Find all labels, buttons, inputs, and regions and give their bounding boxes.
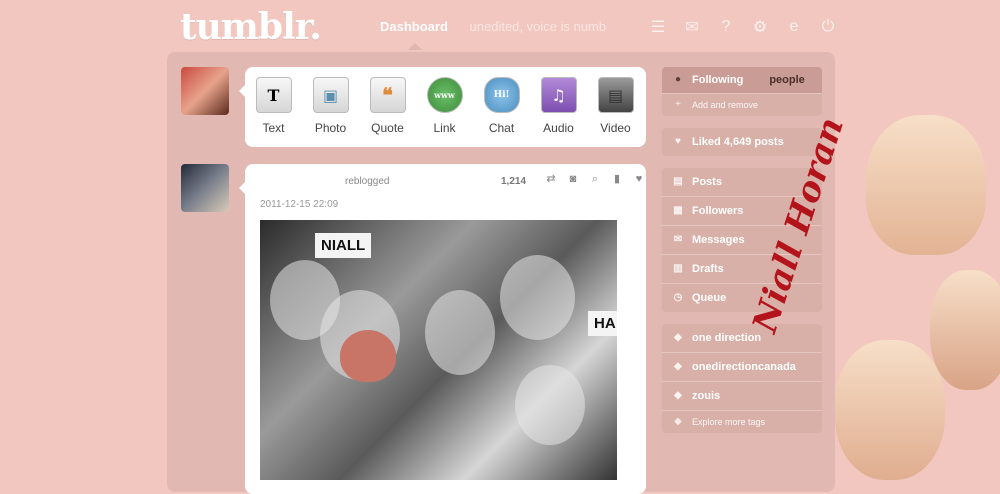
liked-posts-label: Liked 4,649 posts (692, 136, 784, 148)
gear-icon[interactable]: ⚙ (750, 17, 770, 37)
post-type-label: Text (262, 121, 285, 135)
post-type-label: Video (600, 121, 631, 135)
add-remove-label: Add and remove (692, 100, 759, 110)
theme-background-art: Niall Horan (745, 110, 1000, 480)
tag-label: zouis (692, 390, 721, 402)
post-type-chat[interactable]: Hi! Chat (473, 67, 530, 147)
following-link[interactable]: ● Following people (662, 67, 822, 94)
post-type-label: Photo (314, 121, 347, 135)
user-avatar[interactable] (181, 67, 229, 115)
video-icon: ▤ (597, 77, 634, 113)
following-label: Following (692, 74, 744, 86)
post-type-link[interactable]: www Link (416, 67, 473, 147)
nav-blog-link[interactable]: unedited, voice is numb (470, 19, 607, 34)
post-photo[interactable]: NIALL HA (260, 220, 617, 480)
list-icon[interactable]: ☰ (648, 17, 668, 37)
tag-label: one direction (692, 332, 762, 344)
tumblr-logo[interactable]: tumblr. (180, 6, 322, 48)
post-author-avatar[interactable] (181, 164, 229, 212)
explore-tags-link[interactable]: ◆ Explore more tags (662, 411, 822, 433)
post-type-label: Link (433, 121, 456, 135)
top-nav: Dashboard unedited, voice is numb (380, 19, 607, 50)
post-type-label: Chat (488, 121, 515, 135)
liked-box: ♥ Liked 4,649 posts (662, 128, 822, 156)
heart-icon[interactable]: ♥ (633, 173, 645, 185)
post-date: 2011-12-15 22:09 (260, 199, 339, 210)
account-icon[interactable]: e (784, 17, 804, 37)
text-icon: T (255, 77, 292, 113)
add-remove-link[interactable]: + Add and remove (662, 94, 822, 116)
bookmark-icon[interactable]: ▮ (611, 173, 623, 185)
add-user-icon: + (675, 99, 681, 110)
tag-item[interactable]: ◆ zouis (662, 382, 822, 411)
camera-icon[interactable]: ◙ (567, 173, 579, 185)
drafts-icon: ▥ (673, 263, 683, 274)
quote-icon: ❝ (369, 77, 406, 113)
clock-icon: ◷ (673, 292, 683, 303)
mail-icon: ✉ (673, 234, 683, 245)
portrait-image (866, 115, 986, 255)
chat-icon: Hi! (483, 77, 520, 113)
document-icon: ▤ (673, 176, 683, 187)
sidebar-item-label: Messages (692, 234, 745, 246)
explore-icon: ◆ (674, 416, 682, 427)
post-action-label: reblogged (345, 176, 390, 187)
photo-sign: HA (588, 311, 617, 336)
photo-face (515, 365, 585, 445)
photo-face (425, 290, 495, 375)
post-notes-count[interactable]: 1,214 (501, 176, 526, 187)
sidebar-item-label: Drafts (692, 263, 724, 275)
tag-icon: ◆ (674, 361, 682, 372)
reblog-icon[interactable]: ⇄ (545, 173, 557, 185)
post-type-label: Quote (371, 121, 404, 135)
power-icon[interactable]: ⏻ (818, 17, 838, 37)
tag-icon: ◆ (674, 332, 682, 343)
explore-tags-label: Explore more tags (692, 417, 766, 427)
liked-posts-link[interactable]: ♥ Liked 4,649 posts (662, 128, 822, 156)
post-type-label: Audio (543, 121, 574, 135)
mail-icon[interactable]: ✉ (682, 17, 702, 37)
heart-icon: ♥ (675, 136, 681, 147)
tag-item[interactable]: ◆ one direction (662, 324, 822, 353)
sidebar-item-label: Posts (692, 176, 722, 188)
help-icon[interactable]: ? (716, 17, 736, 37)
tag-item[interactable]: ◆ onedirectioncanada (662, 353, 822, 382)
chart-icon: ▦ (673, 205, 683, 216)
link-icon: www (426, 77, 463, 113)
photo-sign: NIALL (315, 233, 372, 258)
dashboard-post: reblogged 1,214 ⇄ ◙ ⌕ ▮ ♥ 2011-12-15 22:… (245, 164, 646, 494)
heart-shape (340, 330, 396, 382)
post-type-quote[interactable]: ❝ Quote (359, 67, 416, 147)
sidebar-item-label: Queue (692, 292, 727, 304)
post-controls: ⇄ ◙ ⌕ ▮ ♥ (545, 173, 645, 185)
person-icon: ● (674, 74, 682, 85)
photo-face (500, 255, 575, 340)
sidebar-item-label: Followers (692, 205, 744, 217)
following-box: ● Following people + Add and remove (662, 67, 822, 116)
post-type-video[interactable]: ▤ Video (587, 67, 644, 147)
audio-icon: ♫ (540, 77, 577, 113)
active-tab-indicator (408, 43, 422, 50)
portrait-image (930, 270, 1000, 390)
following-suffix: people (769, 74, 805, 86)
tag-label: onedirectioncanada (692, 361, 796, 373)
top-icon-bar: ☰ ✉ ? ⚙ e ⏻ (648, 17, 838, 37)
search-icon[interactable]: ⌕ (589, 173, 601, 185)
post-type-text[interactable]: T Text (245, 67, 302, 147)
photo-icon: ▣ (312, 77, 349, 113)
tracked-tags: ◆ one direction ◆ onedirectioncanada ◆ z… (662, 324, 822, 433)
tag-icon: ◆ (674, 390, 682, 401)
nav-dashboard-link[interactable]: Dashboard (380, 19, 448, 34)
post-type-photo[interactable]: ▣ Photo (302, 67, 359, 147)
post-type-audio[interactable]: ♫ Audio (530, 67, 587, 147)
new-post-bar: T Text ▣ Photo ❝ Quote www Link Hi! Chat… (245, 67, 646, 147)
portrait-image (835, 340, 945, 480)
